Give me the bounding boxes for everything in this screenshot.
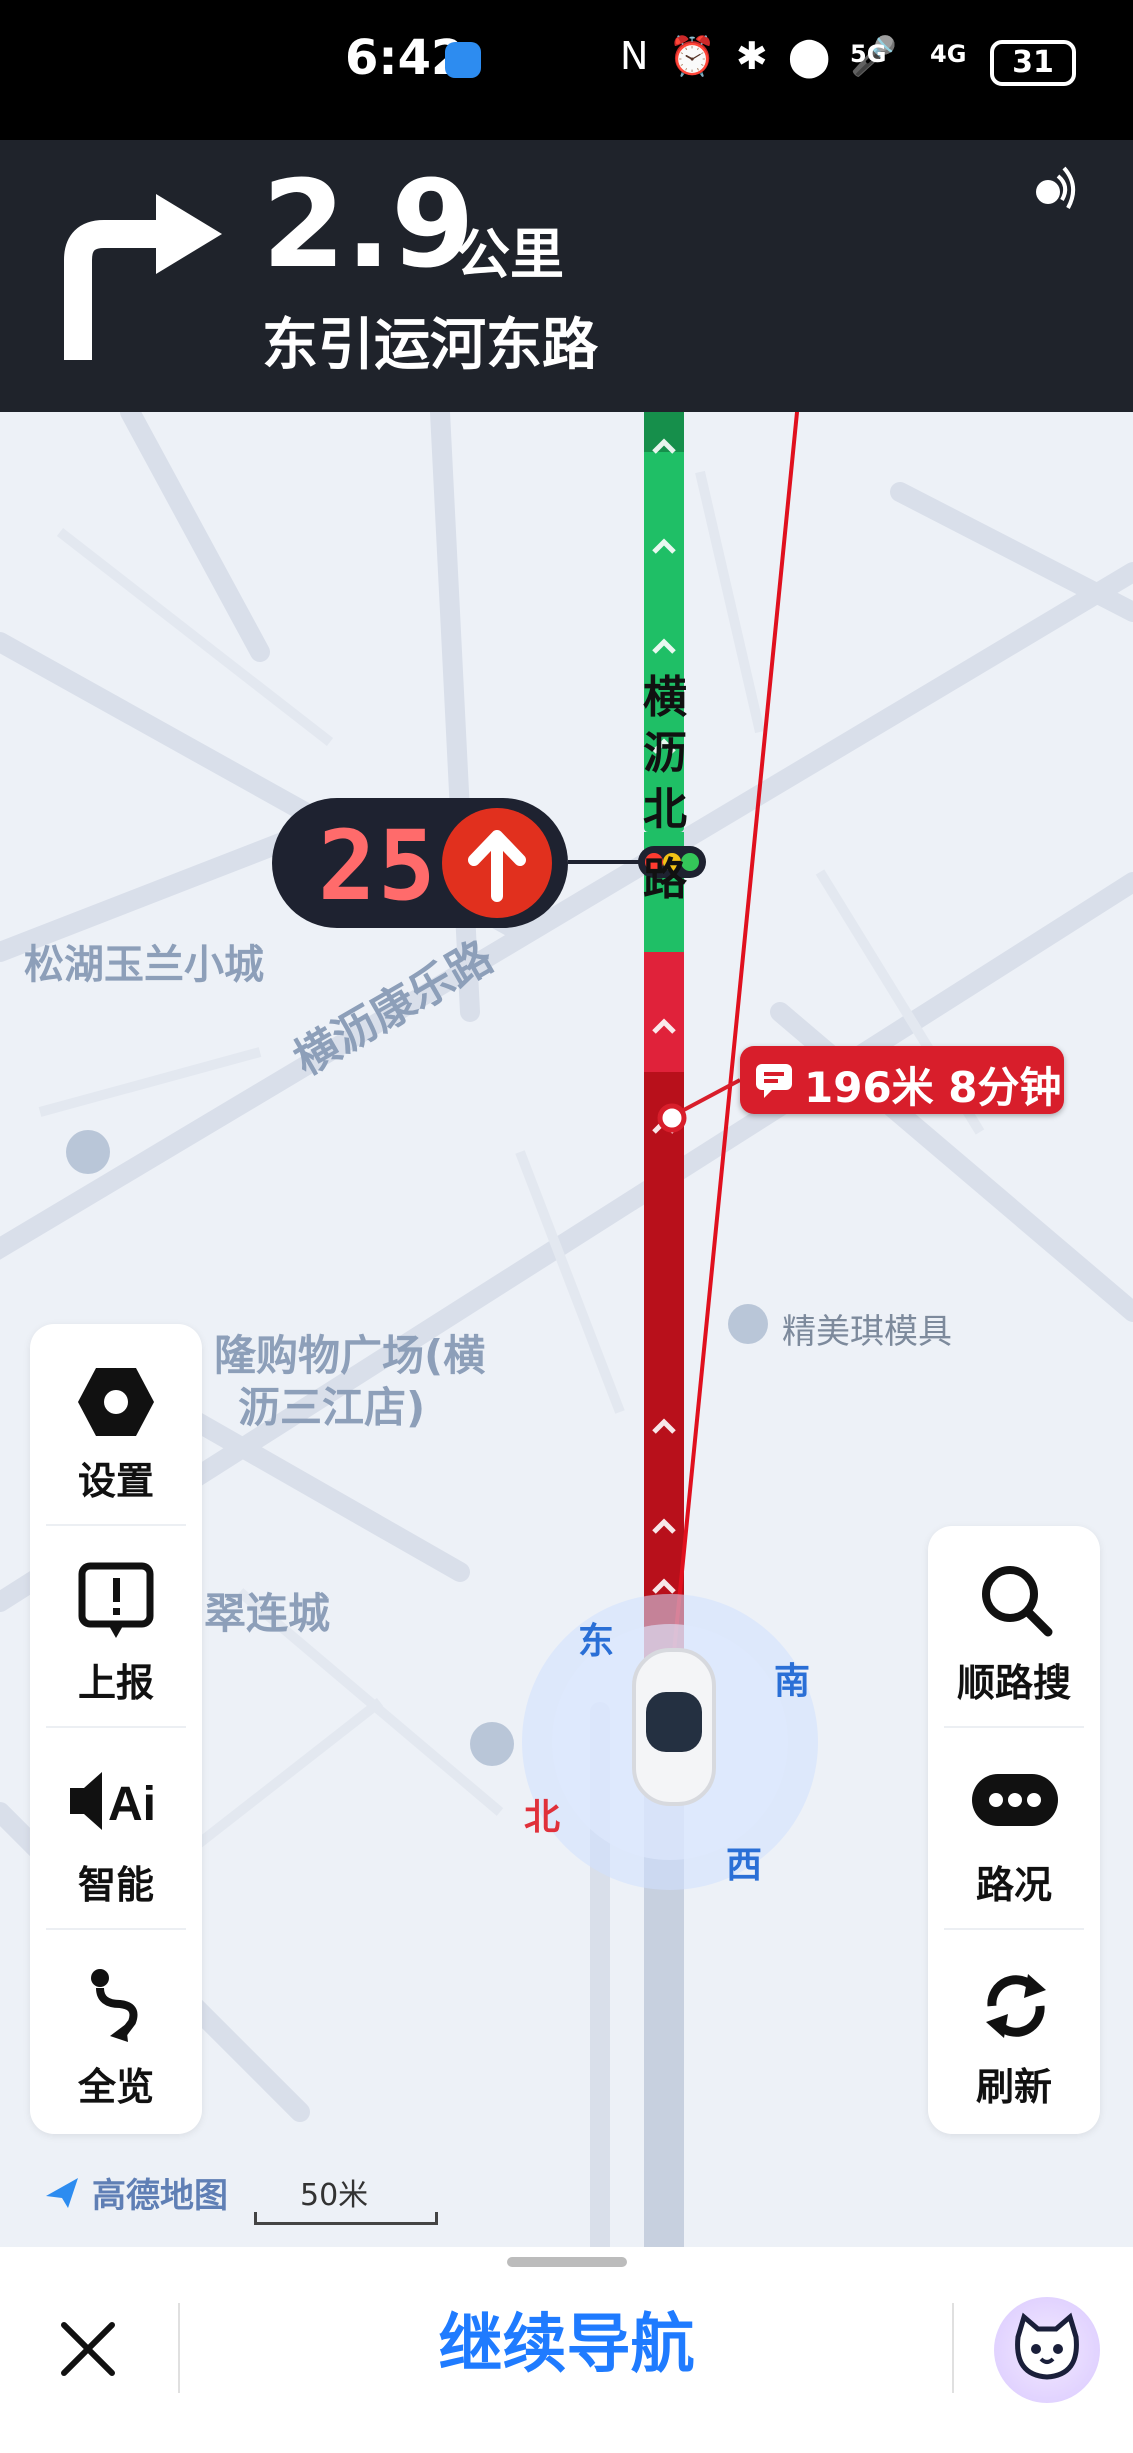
remaining-distance: 2.9 (262, 156, 475, 295)
straight-arrow-icon (442, 808, 552, 918)
traffic-status-label: 路况 (975, 1863, 1052, 1907)
traffic-light-countdown: 25 (272, 798, 568, 928)
sound-icon[interactable] (1028, 162, 1078, 212)
countdown-number: 25 (318, 810, 438, 922)
battery-indicator: 31 (990, 40, 1076, 86)
jam-info-text: 196米 8分钟 (804, 1063, 1062, 1112)
compass-east: 东 (578, 1621, 615, 1662)
place-label: 沥三江店) (238, 1383, 426, 1432)
search-icon (982, 1566, 1053, 1637)
compass-south: 南 (774, 1661, 811, 1702)
app-notification-icon (445, 42, 481, 78)
place-label: 松湖玉兰小城 (24, 942, 264, 988)
road-char: 北 (643, 784, 687, 835)
divider (952, 2303, 954, 2393)
place-label: 翠连城 (204, 1589, 331, 1638)
close-icon[interactable] (58, 2319, 118, 2379)
overview-button[interactable]: 全览 (30, 1930, 202, 2130)
left-control-panel: 设置 上报 Ai 智能 全览 (30, 1324, 202, 2134)
right-control-panel: 顺路搜 路况 刷新 (928, 1526, 1100, 2134)
settings-label: 设置 (77, 1459, 154, 1503)
status-bar: 6:42 N ⏰ ✱ ⬤ 🎤 5G 4G 31 (0, 0, 1133, 140)
search-along-label: 顺路搜 (956, 1661, 1071, 1705)
refresh-button[interactable]: 刷新 (928, 1930, 1100, 2130)
overview-route-icon (91, 1969, 138, 2042)
scale-label: 50米 (300, 2178, 369, 2213)
compass-west: 西 (726, 1845, 763, 1886)
message-icon (756, 1064, 792, 1098)
turn-right-icon (64, 194, 222, 360)
amap-logo-icon (42, 2172, 82, 2212)
overview-label: 全览 (77, 2065, 154, 2109)
assistant-avatar-icon[interactable] (994, 2297, 1100, 2403)
report-button[interactable]: 上报 (30, 1526, 202, 1726)
continue-navigation-button[interactable]: 继续导航 (330, 2295, 803, 2395)
road-char: 横 (643, 672, 687, 723)
distance-unit: 公里 (456, 223, 564, 286)
settings-button[interactable]: 设置 (30, 1324, 202, 1524)
ai-label: 智能 (77, 1863, 154, 1907)
refresh-icon (986, 1974, 1046, 2038)
network-5g-label: 5G (850, 40, 887, 68)
car-location-icon (632, 1648, 716, 1806)
compass-north: 北 (524, 1797, 561, 1838)
road-char: 沥 (643, 728, 687, 779)
next-road-name: 东引运河东路 (262, 313, 598, 378)
brand-label: 高德地图 (92, 2176, 228, 2216)
report-label: 上报 (77, 1661, 154, 1705)
drag-handle[interactable] (507, 2257, 627, 2267)
traffic-status-icon (972, 1774, 1058, 1826)
ai-voice-icon: Ai (70, 1772, 156, 1831)
divider (178, 2303, 180, 2393)
svg-text:Ai: Ai (108, 1778, 156, 1831)
poi-label[interactable]: 精美琪模具 (782, 1304, 952, 1353)
road-char: 路 (643, 854, 687, 905)
current-road-name: 横 沥 北 路 (630, 670, 700, 908)
network-4g-label: 4G (930, 40, 967, 68)
report-icon (78, 1562, 154, 1638)
ai-button[interactable]: Ai 智能 (30, 1728, 202, 1928)
traffic-status-button[interactable]: 路况 (928, 1728, 1100, 1928)
search-along-route-button[interactable]: 顺路搜 (928, 1526, 1100, 1726)
navigation-instruction-panel: 2.9 公里 东引运河东路 (0, 140, 1133, 412)
refresh-label: 刷新 (975, 2065, 1052, 2109)
traffic-jam-chip[interactable]: 196米 8分钟 (740, 1046, 1064, 1114)
bottom-action-bar: 继续导航 (0, 2247, 1133, 2453)
gear-icon (78, 1368, 154, 1436)
